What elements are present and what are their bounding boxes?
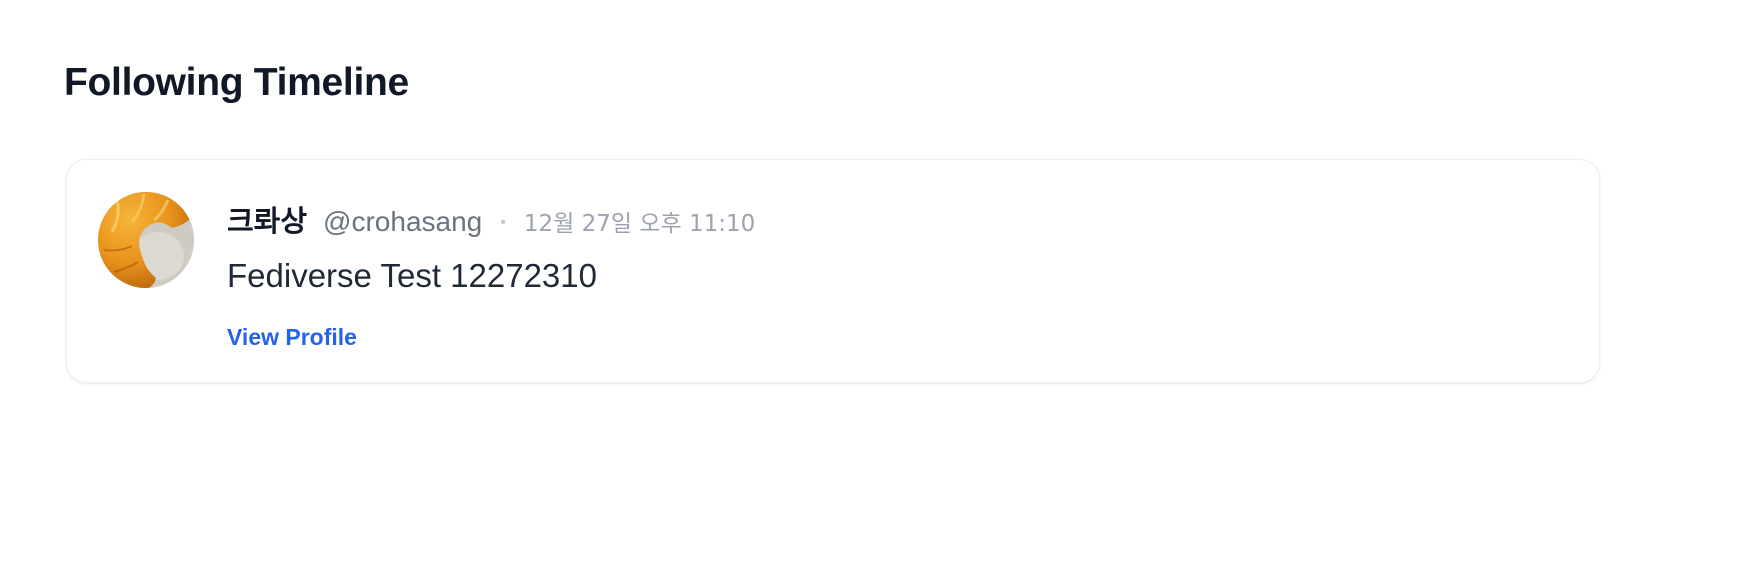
- separator-dot: •: [500, 214, 506, 231]
- post-meta: 크롸상 @crohasang • 12월 27일 오후 11:10: [227, 198, 755, 238]
- croissant-icon: [98, 192, 194, 288]
- display-name: 크롸상: [227, 204, 308, 238]
- post-timestamp: 12월 27일 오후 11:10: [523, 211, 756, 237]
- post-content: Fediverse Test 12272310: [227, 257, 597, 294]
- view-profile-link[interactable]: View Profile: [227, 321, 357, 353]
- avatar[interactable]: [98, 192, 194, 288]
- following-timeline-page: Following Timeline 크롸상 @crohasang • 12월 …: [0, 0, 1754, 570]
- user-handle: @crohasang: [323, 206, 483, 237]
- page-title: Following Timeline: [64, 61, 409, 104]
- timeline-post-card: 크롸상 @crohasang • 12월 27일 오후 11:10 Fedive…: [66, 159, 1600, 383]
